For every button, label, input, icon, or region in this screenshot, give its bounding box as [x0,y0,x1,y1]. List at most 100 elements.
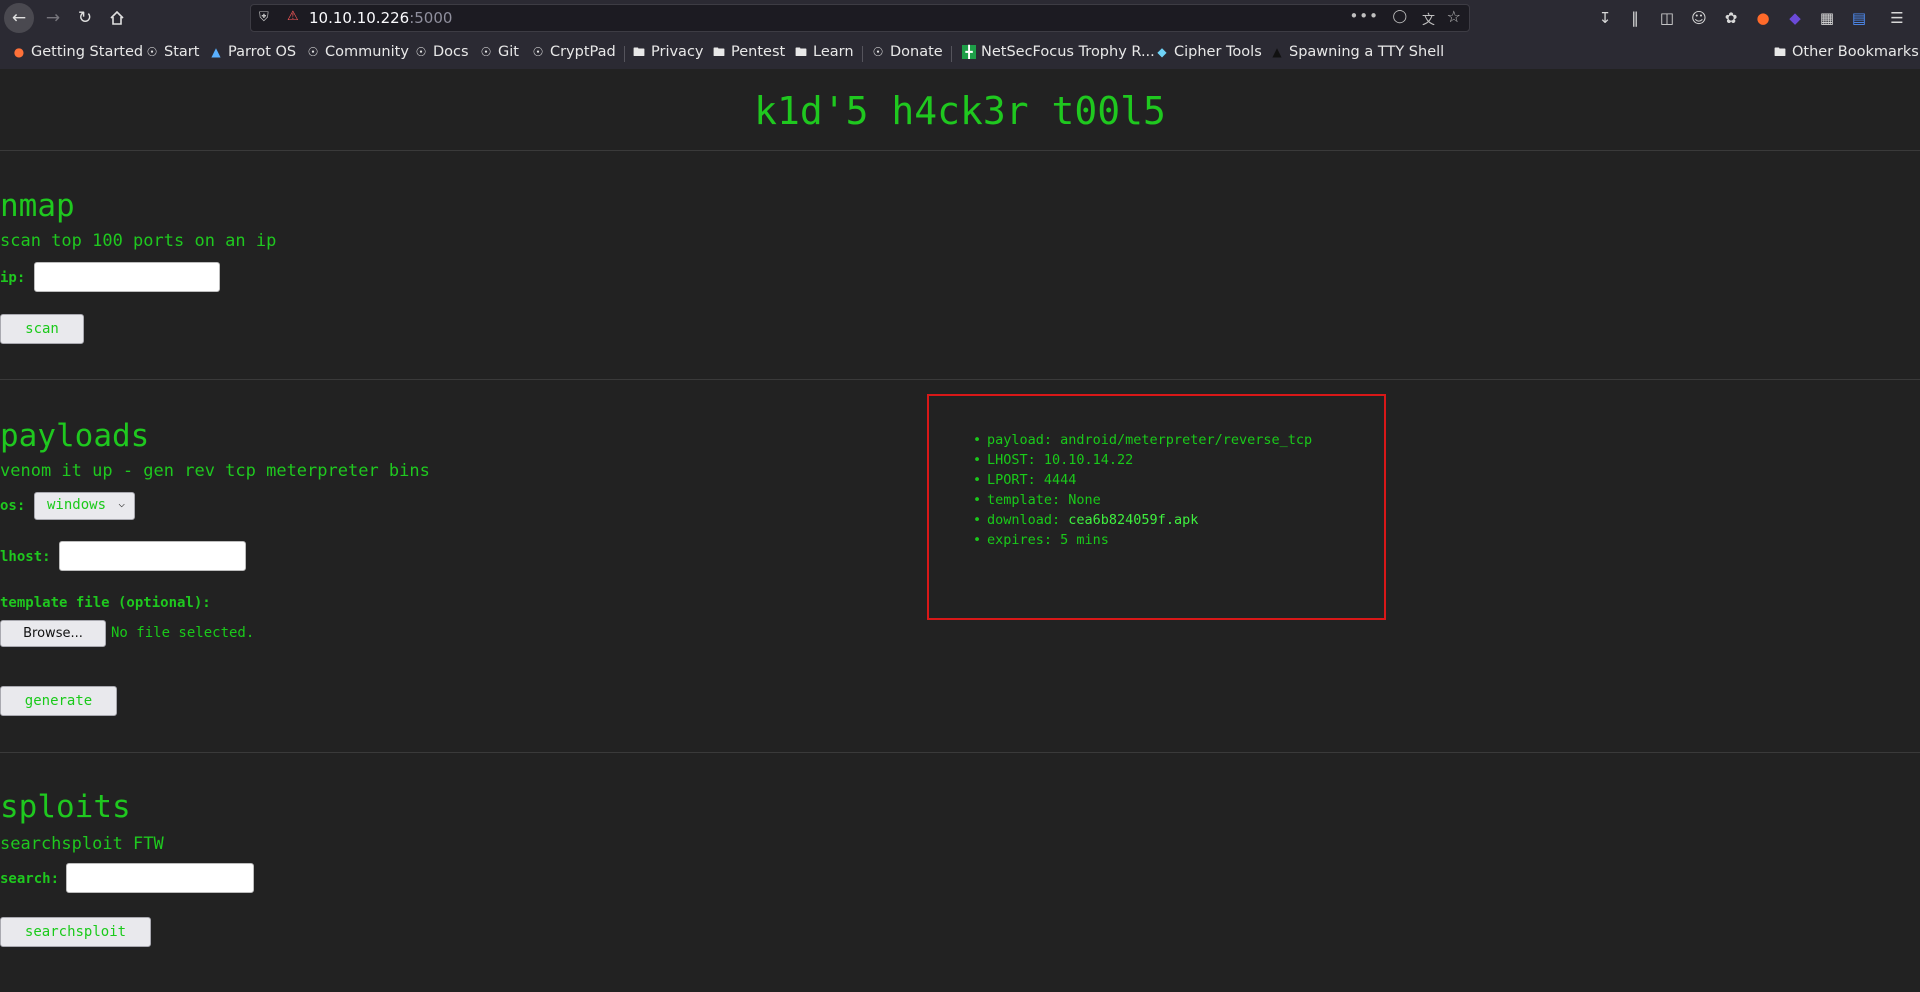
sheet-icon: ╋ [962,45,976,59]
globe-icon: ☉ [415,45,427,59]
scan-button[interactable]: scan [0,314,84,344]
bookmark-label: Pentest [731,44,786,60]
extension-icon[interactable]: ✿ [1720,7,1742,29]
folder-icon: 🖿 [1773,45,1786,59]
url-bar[interactable]: ⛨ ⚠ 10.10.10.226:5000 ••• ◯ 文 ☆ [250,4,1470,32]
page-content: k1d'5 h4ck3r t00l5 nmap scan top 100 por… [0,69,1920,992]
other-bookmarks[interactable]: 🖿 Other Bookmarks [1773,44,1919,60]
result-template: template: None [987,490,1312,510]
shield-icon[interactable]: ⛨ [259,10,269,25]
bookmark-separator [862,46,863,62]
other-bookmarks-label: Other Bookmarks [1792,44,1919,60]
lhost-label: lhost: [0,549,51,565]
bookmark-star-icon[interactable]: ☆ [1447,7,1461,26]
qr-code-icon[interactable]: ▦ [1816,7,1838,29]
result-lport: LPORT: 4444 [987,470,1312,490]
foxyproxy-icon[interactable]: ● [1752,7,1774,29]
os-select-value: windows [47,497,107,513]
globe-icon: ☉ [307,45,319,59]
bookmark-label: Parrot OS [228,44,297,60]
reload-icon: ↻ [77,8,93,28]
bookmark-folder-privacy[interactable]: 🖿 Privacy [632,44,704,60]
bookmark-label: CryptPad [550,44,616,60]
bookmark-docs[interactable]: ☉ Docs [414,44,469,60]
bookmark-spawning-tty[interactable]: ▲ Spawning a TTY Shell [1270,44,1444,60]
globe-icon: ☉ [146,45,158,59]
lhost-input[interactable] [59,541,246,571]
browser-chrome: ← → ↻ ⛨ ⚠ 10.10.10.226:5000 ••• ◯ 文 ☆ ↧ … [0,0,1920,69]
url-host: 10.10.10.226 [309,9,410,27]
url-port: :5000 [409,9,453,27]
globe-icon: ☉ [532,45,544,59]
bookmark-folder-learn[interactable]: 🖿 Learn [794,44,854,60]
bookmark-donate[interactable]: ☉ Donate [871,44,943,60]
download-link[interactable]: cea6b824059f.apk [1068,512,1198,528]
bookmark-label: Git [498,44,519,60]
bookmark-git[interactable]: ☉ Git [479,44,519,60]
ip-input[interactable] [34,262,220,292]
back-button[interactable]: ← [4,3,34,33]
home-button[interactable] [102,3,132,33]
folder-icon: 🖿 [632,45,645,59]
url-text[interactable]: 10.10.10.226:5000 [309,9,452,27]
forward-button[interactable]: → [38,3,68,33]
menu-icon[interactable]: ☰ [1886,7,1908,29]
bookmark-cryptpad[interactable]: ☉ CryptPad [531,44,616,60]
no-file-selected-text: No file selected. [111,625,255,641]
search-input[interactable] [66,863,254,893]
browse-button[interactable]: Browse... [0,620,106,647]
reload-button[interactable]: ↻ [70,3,100,33]
cipher-icon: ◆ [1157,45,1167,59]
os-label: os: [0,498,26,514]
bookmark-cipher-tools[interactable]: ◆ Cipher Tools [1155,44,1262,60]
bookmark-label: Docs [433,44,469,60]
page-title: k1d'5 h4ck3r t00l5 [754,89,1166,133]
globe-icon: ☉ [872,45,884,59]
bookmark-label: Getting Started [31,44,144,60]
insecure-lock-icon[interactable]: ⚠ [287,9,299,24]
bookmark-folder-pentest[interactable]: 🖿 Pentest [712,44,785,60]
searchsploit-button[interactable]: searchsploit [0,917,151,947]
bookmark-label: NetSecFocus Trophy R... [981,44,1155,60]
parrot-icon: ▲ [211,45,221,59]
payload-result-box: payload: android/meterpreter/reverse_tcp… [927,394,1386,620]
translator-icon[interactable]: ▤ [1848,7,1870,29]
search-label: search: [0,871,60,887]
payloads-description: venom it up - gen rev tcp meterpreter bi… [0,461,430,481]
nmap-description: scan top 100 ports on an ip [0,231,277,251]
ip-label: ip: [0,270,26,286]
translate-icon[interactable]: 文 [1422,9,1435,28]
home-icon [110,10,124,25]
payloads-title: payloads [0,418,150,454]
folder-icon: 🖿 [794,45,807,59]
page-actions-icon[interactable]: ••• [1349,7,1379,25]
bookmark-label: Cipher Tools [1174,44,1262,60]
pocket-icon[interactable]: ◯ [1392,9,1407,24]
bookmark-start[interactable]: ☉ Start [145,44,200,60]
payload-result-list: payload: android/meterpreter/reverse_tcp… [987,430,1312,550]
sploits-description: searchsploit FTW [0,834,164,854]
bookmarks-toolbar: ● Getting Started ☉ Start ▲ Parrot OS ☉ Comm… [0,42,1920,66]
wappalyzer-icon[interactable]: ◆ [1784,7,1806,29]
sploits-title: sploits [0,789,131,825]
divider [0,752,1920,753]
divider [0,150,1920,151]
download-prefix: download: [987,512,1069,528]
bookmark-getting-started[interactable]: ● Getting Started [12,44,143,60]
account-icon[interactable]: ☺ [1688,7,1710,29]
shell-icon: ▲ [1272,45,1282,59]
library-icon[interactable]: ‖ [1624,7,1646,29]
divider [0,379,1920,380]
bookmark-label: Community [325,44,409,60]
bookmark-community[interactable]: ☉ Community [306,44,409,60]
firefox-icon: ● [13,45,25,59]
result-expires: expires: 5 mins [987,530,1312,550]
bookmark-label: Spawning a TTY Shell [1289,44,1445,60]
download-icon[interactable]: ↧ [1594,7,1616,29]
sidebar-icon[interactable]: ◫ [1656,7,1678,29]
arrow-right-icon: → [45,8,61,28]
os-select[interactable]: windows ⌵ [34,492,135,520]
bookmark-netsecfocus[interactable]: ╋ NetSecFocus Trophy R... [962,44,1155,60]
bookmark-parrot-os[interactable]: ▲ Parrot OS [209,44,296,60]
generate-button[interactable]: generate [0,686,117,716]
